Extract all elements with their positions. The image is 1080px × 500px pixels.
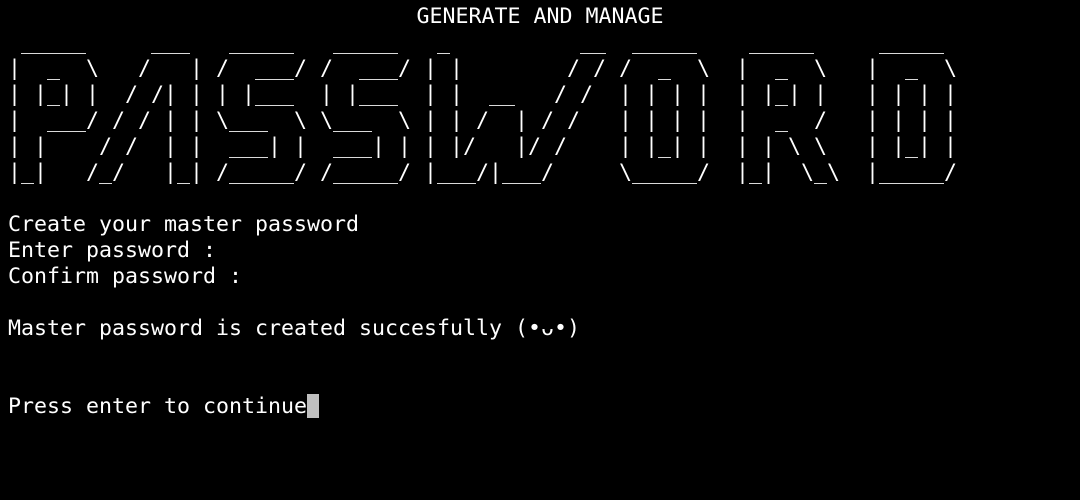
create-master-password-prompt: Create your master password (8, 212, 360, 237)
continue-prompt-line[interactable]: Press enter to continue (8, 394, 580, 420)
ascii-art-banner: _____ ___ _____ _____ _ __ _____ _____ _… (8, 30, 958, 185)
terminal-window[interactable]: GENERATE AND MANAGE _____ ___ _____ ____… (0, 0, 1080, 500)
confirm-password-prompt: Confirm password : (8, 264, 243, 289)
output-lines: Create your master password Enter passwo… (8, 212, 580, 420)
app-heading: GENERATE AND MANAGE (416, 4, 664, 29)
enter-password-prompt: Enter password : (8, 238, 217, 263)
continue-prompt: Press enter to continue (8, 394, 308, 419)
text-cursor[interactable] (307, 394, 320, 418)
success-message: Master password is created succesfully (… (8, 316, 581, 341)
